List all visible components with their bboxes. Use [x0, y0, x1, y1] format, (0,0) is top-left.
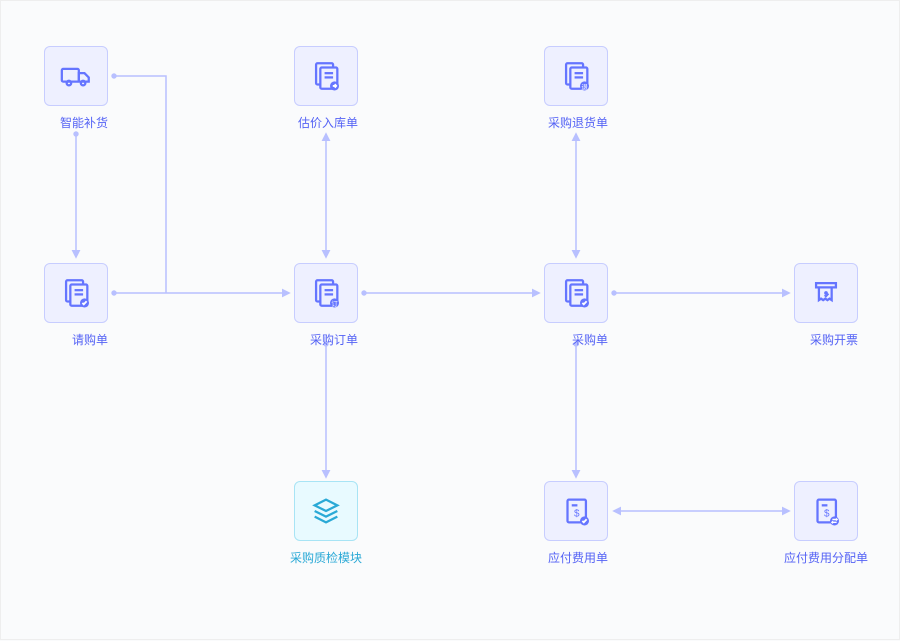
node-box: $ — [794, 481, 858, 541]
node-box — [294, 481, 358, 541]
node-estimate-inbound[interactable]: 估价入库单 — [294, 46, 358, 132]
node-label: 估价入库单 — [298, 114, 358, 131]
document-money-icon: $ — [559, 494, 593, 528]
node-box — [794, 263, 858, 323]
node-smart-restock[interactable]: 智能补货 — [44, 46, 108, 132]
document-swap-icon: $ — [809, 494, 843, 528]
invoice-icon — [809, 276, 843, 310]
node-box — [294, 46, 358, 106]
node-label: 请购单 — [72, 331, 108, 348]
node-box: 订 — [294, 263, 358, 323]
node-box — [544, 263, 608, 323]
svg-text:$: $ — [824, 509, 830, 520]
node-label: 采购订单 — [310, 331, 358, 348]
node-label: 采购单 — [572, 331, 608, 348]
document-order-icon: 订 — [309, 276, 343, 310]
node-box: $ — [544, 481, 608, 541]
node-purchase-request[interactable]: 请购单 — [44, 263, 108, 349]
node-box — [44, 46, 108, 106]
node-payable-expense[interactable]: $ 应付费用单 — [544, 481, 608, 567]
flow-connectors — [1, 1, 900, 641]
node-purchase-qc[interactable]: 采购质检模块 — [294, 481, 358, 567]
node-label: 采购开票 — [810, 331, 858, 348]
node-purchase-slip[interactable]: 采购单 — [544, 263, 608, 349]
node-box — [44, 263, 108, 323]
node-purchase-return[interactable]: 退 采购退货单 — [544, 46, 608, 132]
document-arrow-icon — [309, 59, 343, 93]
node-label: 采购质检模块 — [290, 549, 362, 566]
document-return-icon: 退 — [559, 59, 593, 93]
truck-icon — [59, 59, 93, 93]
node-box: 退 — [544, 46, 608, 106]
node-label: 智能补货 — [60, 114, 108, 131]
svg-text:$: $ — [574, 509, 580, 520]
node-label: 采购退货单 — [548, 114, 608, 131]
document-check-icon — [59, 276, 93, 310]
svg-text:退: 退 — [581, 82, 588, 91]
node-label: 应付费用单 — [548, 549, 608, 566]
node-purchase-order[interactable]: 订 采购订单 — [294, 263, 358, 349]
node-payable-alloc[interactable]: $ 应付费用分配单 — [794, 481, 858, 567]
document-check-icon — [559, 276, 593, 310]
node-label: 应付费用分配单 — [784, 549, 868, 566]
stack-icon — [309, 494, 343, 528]
svg-text:订: 订 — [331, 300, 338, 308]
node-purchase-invoice[interactable]: 采购开票 — [794, 263, 858, 349]
